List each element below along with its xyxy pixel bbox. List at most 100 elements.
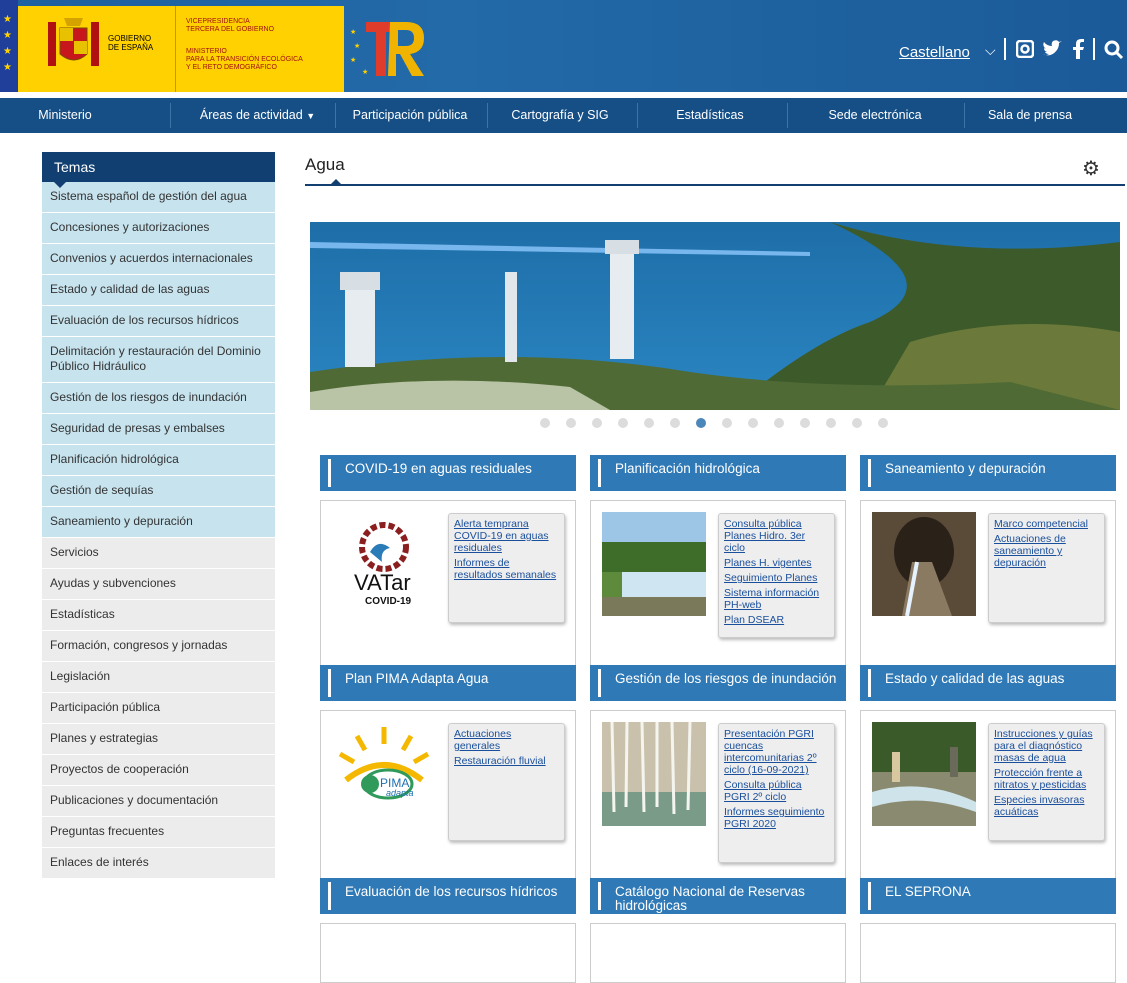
chevron-down-icon[interactable]: ⌵ — [985, 42, 996, 59]
sidebar-topic-item[interactable]: Seguridad de presas y embalses — [42, 414, 275, 445]
eu-flag-strip: ★ ★ ★ ★ — [0, 0, 18, 92]
carousel-dot[interactable] — [748, 418, 758, 428]
sidebar-general-item[interactable]: Publicaciones y documentación — [42, 786, 275, 817]
sidebar-general-item[interactable]: Servicios — [42, 538, 275, 569]
sidebar-general-item[interactable]: Planes y estrategias — [42, 724, 275, 755]
carousel-dot[interactable] — [540, 418, 550, 428]
card-header[interactable]: COVID-19 en aguas residuales — [320, 455, 576, 491]
card-body — [860, 923, 1116, 983]
card-header[interactable]: Gestión de los riesgos de inundación — [590, 665, 846, 701]
sidebar-general-item[interactable]: Estadísticas — [42, 600, 275, 631]
card-link[interactable]: Marco competencial — [994, 518, 1099, 530]
twitter-icon[interactable] — [1042, 40, 1062, 58]
card-thumbnail[interactable] — [602, 512, 706, 616]
card-body — [320, 923, 576, 983]
sidebar-topic-item[interactable]: Saneamiento y depuración — [42, 507, 275, 538]
sidebar-topic-item[interactable]: Evaluación de los recursos hídricos — [42, 306, 275, 337]
card-link[interactable]: Seguimiento Planes — [724, 572, 829, 584]
sidebar-general-item[interactable]: Participación pública — [42, 693, 275, 724]
svg-text:★: ★ — [350, 28, 356, 36]
nav-estadisticas[interactable]: Estadísticas — [640, 98, 780, 133]
card-body — [590, 923, 846, 983]
facebook-icon[interactable] — [1072, 39, 1084, 59]
ministry-text: MINISTERIO PARA LA TRANSICIÓN ECOLÓGICA Y … — [186, 48, 303, 71]
carousel-dot[interactable] — [644, 418, 654, 428]
carousel-dot[interactable] — [566, 418, 576, 428]
carousel-dot[interactable] — [696, 418, 706, 428]
sidebar-general-item[interactable]: Ayudas y subvenciones — [42, 569, 275, 600]
card-link[interactable]: Planes H. vigentes — [724, 557, 829, 569]
instagram-icon[interactable] — [1016, 40, 1034, 58]
vicepresidencia-text: VICEPRESIDENCIA TERCERA DEL GOBIERNO — [186, 18, 275, 33]
card-link[interactable]: Actuaciones de saneamiento y depuración — [994, 533, 1099, 569]
card-link[interactable]: Alerta temprana COVID-19 en aguas residu… — [454, 518, 559, 554]
sidebar-topic-item[interactable]: Delimitación y restauración del Dominio … — [42, 337, 275, 383]
card-link[interactable]: Actuaciones generales — [454, 728, 559, 752]
language-selector[interactable]: Castellano — [899, 44, 970, 61]
sidebar-topic-item[interactable]: Gestión de sequías — [42, 476, 275, 507]
sidebar-topic-item[interactable]: Gestión de los riesgos de inundación — [42, 383, 275, 414]
card-header[interactable]: Planificación hidrológica — [590, 455, 846, 491]
card-header[interactable]: Catálogo Nacional de Reservas hidrológic… — [590, 878, 846, 914]
carousel-image[interactable] — [310, 222, 1120, 410]
carousel-dot[interactable] — [800, 418, 810, 428]
card-link[interactable]: Especies invasoras acuáticas — [994, 794, 1099, 818]
sidebar-title: Temas — [42, 152, 275, 188]
card-link[interactable]: Instrucciones y guías para el diagnóstic… — [994, 728, 1099, 764]
carousel-dot[interactable] — [722, 418, 732, 428]
sidebar-topic-item[interactable]: Estado y calidad de las aguas — [42, 275, 275, 306]
card-header[interactable]: Evaluación de los recursos hídricos — [320, 878, 576, 914]
nav-participacion[interactable]: Participación pública — [340, 98, 480, 133]
card-link[interactable]: Sistema información PH-web — [724, 587, 829, 611]
card-link[interactable]: Consulta pública PGRI 2º ciclo — [724, 779, 829, 803]
search-icon[interactable] — [1104, 40, 1124, 60]
logo-subtext: adapta — [386, 788, 414, 798]
sidebar-general-item[interactable]: Preguntas frecuentes — [42, 817, 275, 848]
nav-areas-actividad[interactable]: Áreas de actividad ▼ — [185, 98, 330, 133]
card-link[interactable]: Protección frente a nitratos y pesticida… — [994, 767, 1099, 791]
sidebar-general-item[interactable]: Proyectos de cooperación — [42, 755, 275, 786]
sidebar-topic-item[interactable]: Planificación hidrológica — [42, 445, 275, 476]
card-link[interactable]: Informes seguimiento PGRI 2020 — [724, 806, 829, 830]
vatar-logo[interactable]: VATar COVID-19 — [332, 512, 436, 616]
carousel-dot[interactable] — [618, 418, 628, 428]
svg-text:★: ★ — [350, 56, 356, 64]
nav-sala-prensa[interactable]: Sala de prensa — [965, 98, 1095, 133]
nav-cartografia[interactable]: Cartografía y SIG — [490, 98, 630, 133]
card-links: Consulta pública Planes Hidro. 3er ciclo… — [718, 513, 835, 638]
main-nav: Ministerio Áreas de actividad ▼ Particip… — [0, 98, 1127, 133]
carousel-dot[interactable] — [670, 418, 680, 428]
sidebar-topic-item[interactable]: Sistema español de gestión del agua — [42, 182, 275, 213]
card-header[interactable]: Saneamiento y depuración — [860, 455, 1116, 491]
tr-recovery-logo[interactable]: ★ ★ ★ ★ — [348, 18, 428, 80]
coat-of-arms-icon — [48, 18, 99, 66]
pima-adapta-logo[interactable]: PIMA adapta — [332, 722, 436, 826]
card-header[interactable]: Plan PIMA Adapta Agua — [320, 665, 576, 701]
gear-icon[interactable]: ⚙ — [1082, 156, 1100, 181]
card-thumbnail[interactable] — [872, 512, 976, 616]
nav-sede[interactable]: Sede electrónica — [790, 98, 960, 133]
card-link[interactable]: Restauración fluvial — [454, 755, 559, 767]
carousel-dot[interactable] — [852, 418, 862, 428]
card-header[interactable]: Estado y calidad de las aguas — [860, 665, 1116, 701]
carousel-dot[interactable] — [774, 418, 784, 428]
card-link[interactable]: Consulta pública Planes Hidro. 3er ciclo — [724, 518, 829, 554]
sidebar-general-item[interactable]: Formación, congresos y jornadas — [42, 631, 275, 662]
carousel-dot[interactable] — [878, 418, 888, 428]
card-thumbnail[interactable] — [872, 722, 976, 826]
sidebar-general-item[interactable]: Legislación — [42, 662, 275, 693]
card-links: Alerta temprana COVID-19 en aguas residu… — [448, 513, 565, 623]
card-link[interactable]: Presentación PGRI cuencas intercomunitar… — [724, 728, 829, 776]
carousel-dot[interactable] — [826, 418, 836, 428]
card-thumbnail[interactable] — [602, 722, 706, 826]
card-link[interactable]: Plan DSEAR — [724, 614, 829, 626]
sidebar-general-item[interactable]: Enlaces de interés — [42, 848, 275, 879]
card-link[interactable]: Informes de resultados semanales — [454, 557, 559, 581]
card-header[interactable]: EL SEPRONA — [860, 878, 1116, 914]
sidebar-topic-item[interactable]: Concesiones y autorizaciones — [42, 213, 275, 244]
carousel-dot[interactable] — [592, 418, 602, 428]
nav-ministerio[interactable]: Ministerio — [0, 98, 130, 133]
logo-text: VATar — [354, 570, 411, 595]
sidebar-topic-item[interactable]: Convenios y acuerdos internacionales — [42, 244, 275, 275]
gobierno-logo[interactable]: GOBIERNO DE ESPAÑA VICEPRESIDENCIA TERCERA… — [18, 6, 344, 92]
